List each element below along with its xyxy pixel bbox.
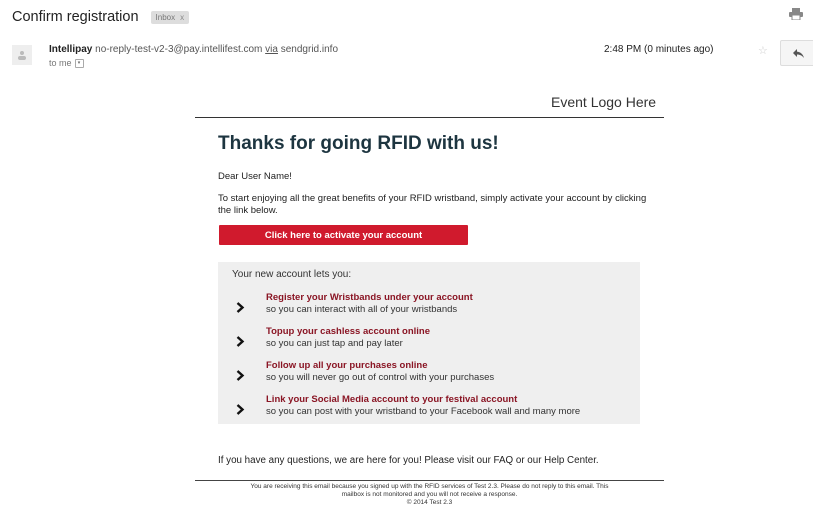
chevron-right-icon: [236, 370, 245, 381]
chevron-right-icon: [236, 336, 245, 347]
star-icon[interactable]: ☆: [758, 44, 768, 57]
email-headline: Thanks for going RFID with us!: [218, 133, 499, 154]
footer-line: mailbox is not monitored and you will no…: [341, 490, 518, 498]
footer-line: You are receiving this email because you…: [250, 483, 609, 490]
benefit-title: Register your Wristbands under your acco…: [266, 292, 473, 303]
via-link[interactable]: via: [265, 44, 278, 55]
sender-name: Intellipay: [49, 44, 93, 55]
activate-account-button[interactable]: Click here to activate your account: [219, 225, 468, 245]
benefit-subtitle: so you can post with your wristband to y…: [266, 406, 581, 417]
inbox-label[interactable]: Inbox x: [150, 10, 190, 24]
list-item: Link your Social Media account to your f…: [218, 394, 640, 424]
remove-label-icon[interactable]: x: [180, 13, 184, 22]
greeting: Dear User Name!: [218, 171, 292, 182]
benefits-panel: Your new account lets you: Register your…: [218, 262, 640, 424]
benefit-subtitle: so you can just tap and pay later: [266, 338, 403, 349]
reply-button[interactable]: [780, 40, 813, 66]
benefit-title: Topup your cashless account online: [266, 326, 430, 337]
list-item: Topup your cashless account online so yo…: [218, 326, 640, 356]
header-divider: [195, 117, 664, 118]
subject-row: Confirm registration Inbox x: [12, 7, 190, 27]
benefits-heading: Your new account lets you:: [232, 269, 352, 280]
recipient-row: to me ▾: [49, 58, 84, 68]
intro-paragraph: To start enjoying all the great benefits…: [218, 193, 647, 216]
email-subject: Confirm registration: [12, 9, 139, 25]
footer-note: You are receiving this email because you…: [195, 483, 664, 506]
event-logo: Event Logo Here: [551, 94, 657, 110]
recipient-text: to me: [49, 58, 72, 68]
benefit-subtitle: so you will never go out of control with…: [266, 372, 495, 383]
person-icon: [18, 51, 26, 60]
details-dropdown-icon[interactable]: ▾: [74, 58, 84, 68]
sender-info: Intellipay no-reply-test-v2-3@pay.intell…: [49, 44, 338, 55]
via-domain: sendgrid.info: [280, 44, 339, 55]
chevron-right-icon: [236, 404, 245, 415]
benefit-subtitle: so you can interact with all of your wri…: [266, 304, 458, 315]
reply-icon: [792, 48, 804, 58]
message-header: Intellipay no-reply-test-v2-3@pay.intell…: [12, 40, 813, 80]
timestamp: 2:48 PM (0 minutes ago): [604, 44, 714, 55]
list-item: Follow up all your purchases online so y…: [218, 360, 640, 390]
list-item: Register your Wristbands under your acco…: [218, 292, 640, 322]
inbox-label-text: Inbox: [155, 12, 176, 22]
copyright: © 2014 Test 2.3: [406, 498, 453, 506]
benefit-title: Link your Social Media account to your f…: [266, 394, 518, 405]
benefit-title: Follow up all your purchases online: [266, 360, 428, 371]
chevron-right-icon: [236, 302, 245, 313]
print-icon[interactable]: [789, 8, 803, 20]
sender-email: no-reply-test-v2-3@pay.intellifest.com: [95, 44, 263, 55]
help-text: If you have any questions, we are here f…: [218, 455, 599, 466]
avatar[interactable]: [12, 45, 32, 65]
footer-divider: [195, 480, 664, 481]
